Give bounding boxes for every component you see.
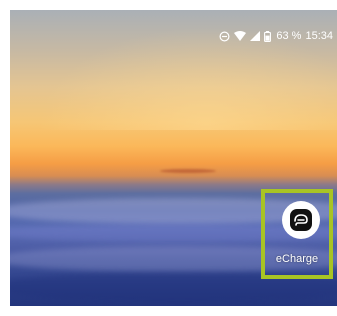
do-not-disturb-icon: [219, 30, 230, 42]
status-bar: 63 % 15:34: [219, 28, 333, 44]
battery-percentage: 63 %: [276, 30, 302, 42]
cell-signal-icon: [250, 31, 261, 41]
echarge-app-icon[interactable]: [282, 201, 320, 239]
battery-icon: [264, 30, 272, 42]
wifi-icon: [234, 31, 247, 41]
clock: 15:34: [305, 30, 333, 42]
wallpaper-cloud: [160, 169, 216, 173]
app-highlight-box: eCharge: [261, 189, 333, 279]
echarge-logo-icon: [290, 209, 312, 231]
app-label-echarge[interactable]: eCharge: [265, 253, 329, 265]
